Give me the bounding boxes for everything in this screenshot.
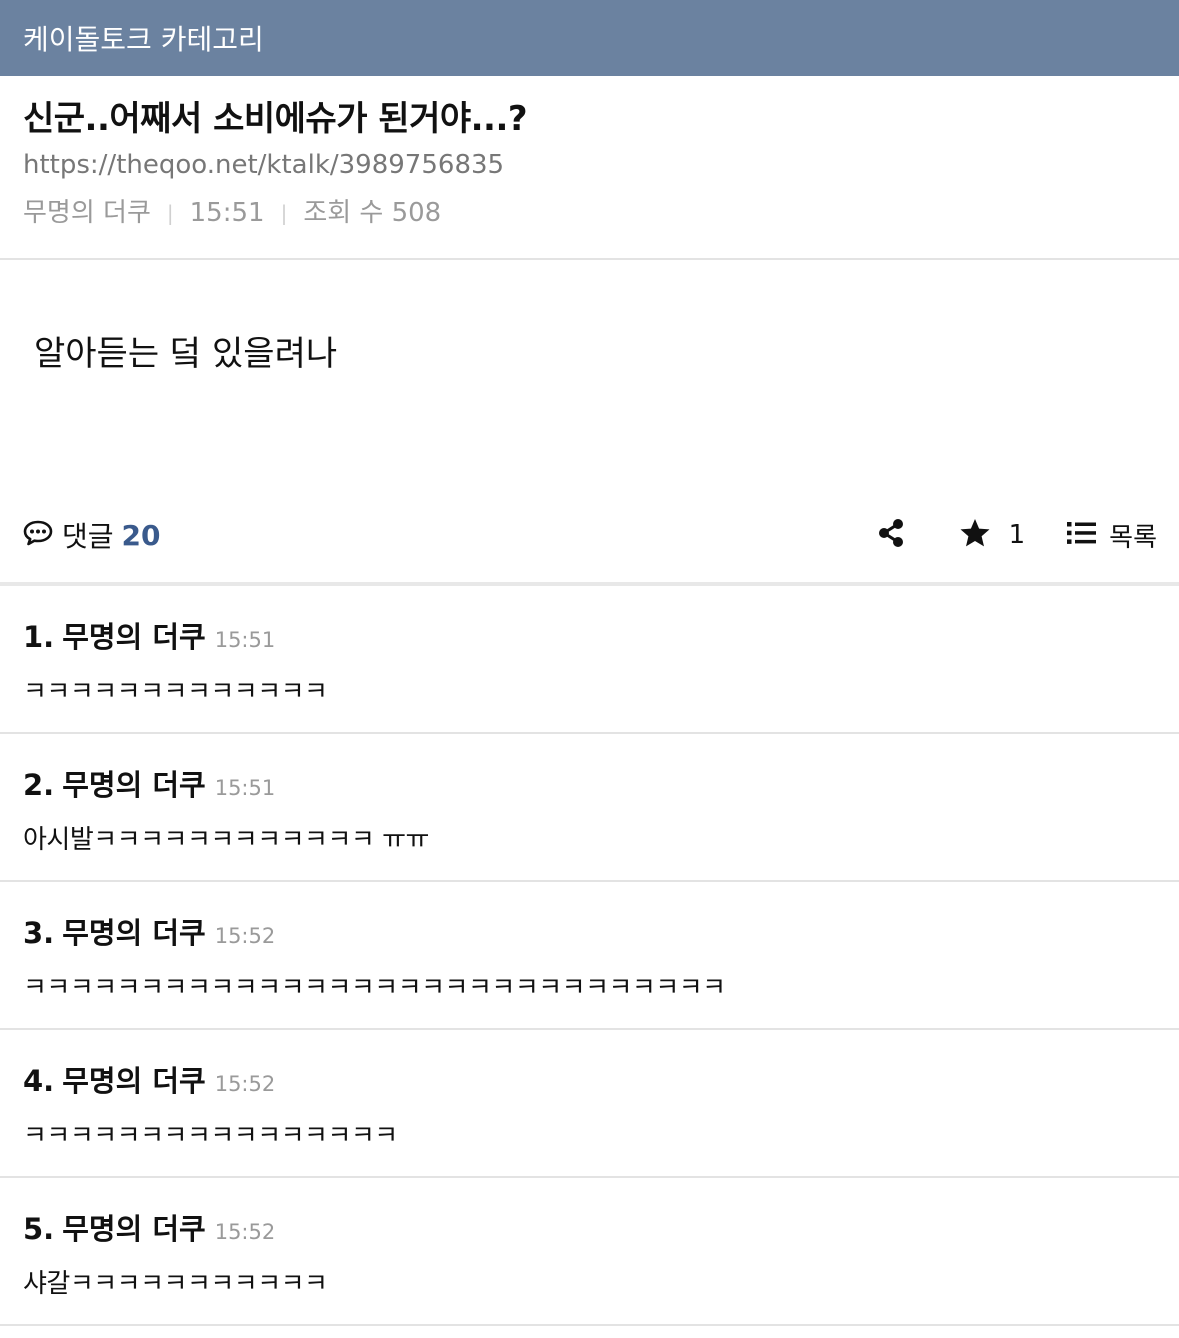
comment-time: 15:52 [214,1072,276,1096]
comments-link[interactable]: 댓글 20 [22,515,161,555]
post-body-text: 알아듣는 덬 있을려나 [34,334,338,374]
comment-number: 4. [23,1064,55,1098]
comment-item[interactable]: 5. 무명의 더쿠 15:52 샤갈ㅋㅋㅋㅋㅋㅋㅋㅋㅋㅋㅋ [0,1178,1179,1326]
comments-count: 20 [121,518,161,552]
post-header: 신군..어째서 소비에슈가 된거야...? https://theqoo.net… [0,76,1179,260]
post-meta: 무명의 더쿠 | 15:51 | 조회 수 508 [23,196,1156,230]
share-icon [877,518,905,552]
comment-time: 15:52 [214,924,276,948]
comment-text: 아시발ㅋㅋㅋㅋㅋㅋㅋㅋㅋㅋㅋㅋ ㅠㅠ [23,825,429,855]
comment-text: 샤갈ㅋㅋㅋㅋㅋㅋㅋㅋㅋㅋㅋ [23,1269,328,1299]
comment-time: 15:51 [214,776,276,800]
post-time: 15:51 [189,198,265,228]
comment-item[interactable]: 3. 무명의 더쿠 15:52 ㅋㅋㅋㅋㅋㅋㅋㅋㅋㅋㅋㅋㅋㅋㅋㅋㅋㅋㅋㅋㅋㅋㅋㅋ… [0,882,1179,1030]
post-author: 무명의 더쿠 [23,198,151,228]
comment-author: 무명의 더쿠 [62,1064,206,1098]
post-url[interactable]: https://theqoo.net/ktalk/3989756835 [23,148,1156,182]
comment-author: 무명의 더쿠 [62,620,206,654]
comment-time: 15:52 [214,1220,276,1244]
comment-item[interactable]: 2. 무명의 더쿠 15:51 아시발ㅋㅋㅋㅋㅋㅋㅋㅋㅋㅋㅋㅋ ㅠㅠ [0,734,1179,882]
action-bar: 댓글 20 1 목록 [0,488,1179,586]
comment-list: 1. 무명의 더쿠 15:51 ㅋㅋㅋㅋㅋㅋㅋㅋㅋㅋㅋㅋㅋ 2. 무명의 더쿠 … [0,586,1179,1326]
comment-text: ㅋㅋㅋㅋㅋㅋㅋㅋㅋㅋㅋㅋㅋㅋㅋㅋ [23,1121,398,1151]
comment-author: 무명의 더쿠 [62,1212,206,1246]
comment-item[interactable]: 1. 무명의 더쿠 15:51 ㅋㅋㅋㅋㅋㅋㅋㅋㅋㅋㅋㅋㅋ [0,586,1179,734]
post-views: 조회 수 508 [303,198,442,228]
share-button[interactable] [877,518,905,552]
meta-divider: | [280,201,288,225]
category-title[interactable]: 케이돌토크 카테고리 [23,18,264,58]
comment-number: 2. [23,768,55,802]
comment-header: 4. 무명의 더쿠 15:52 [23,1058,1156,1100]
comment-header: 3. 무명의 더쿠 15:52 [23,910,1156,952]
star-button[interactable]: 1 [959,518,1026,552]
page: 케이돌토크 카테고리 신군..어째서 소비에슈가 된거야...? https:/… [0,0,1179,1338]
comment-header: 1. 무명의 더쿠 15:51 [23,614,1156,656]
comment-time: 15:51 [214,628,276,652]
star-icon [959,518,991,552]
comment-text: ㅋㅋㅋㅋㅋㅋㅋㅋㅋㅋㅋㅋㅋㅋㅋㅋㅋㅋㅋㅋㅋㅋㅋㅋㅋㅋㅋㅋㅋㅋ [23,973,726,1003]
list-button[interactable]: 목록 [1067,517,1157,554]
meta-divider: | [166,201,174,225]
comment-item[interactable]: 4. 무명의 더쿠 15:52 ㅋㅋㅋㅋㅋㅋㅋㅋㅋㅋㅋㅋㅋㅋㅋㅋ [0,1030,1179,1178]
comment-number: 3. [23,916,55,950]
list-icon [1067,521,1097,549]
comment-text: ㅋㅋㅋㅋㅋㅋㅋㅋㅋㅋㅋㅋㅋ [23,677,328,707]
star-count: 1 [1008,520,1026,550]
post-title: 신군..어째서 소비에슈가 된거야...? [23,99,528,139]
post-body: 알아듣는 덬 있을려나 [0,260,1179,488]
comment-author: 무명의 더쿠 [62,768,206,802]
category-bar[interactable]: 케이돌토크 카테고리 [0,0,1179,76]
comment-author: 무명의 더쿠 [62,916,206,950]
comments-label: 댓글 [62,520,114,553]
comment-number: 5. [23,1212,55,1246]
comment-bubble-icon [22,519,54,551]
list-label: 목록 [1109,522,1157,553]
comment-header: 2. 무명의 더쿠 15:51 [23,762,1156,804]
comment-header: 5. 무명의 더쿠 15:52 [23,1206,1156,1248]
comment-number: 1. [23,620,55,654]
